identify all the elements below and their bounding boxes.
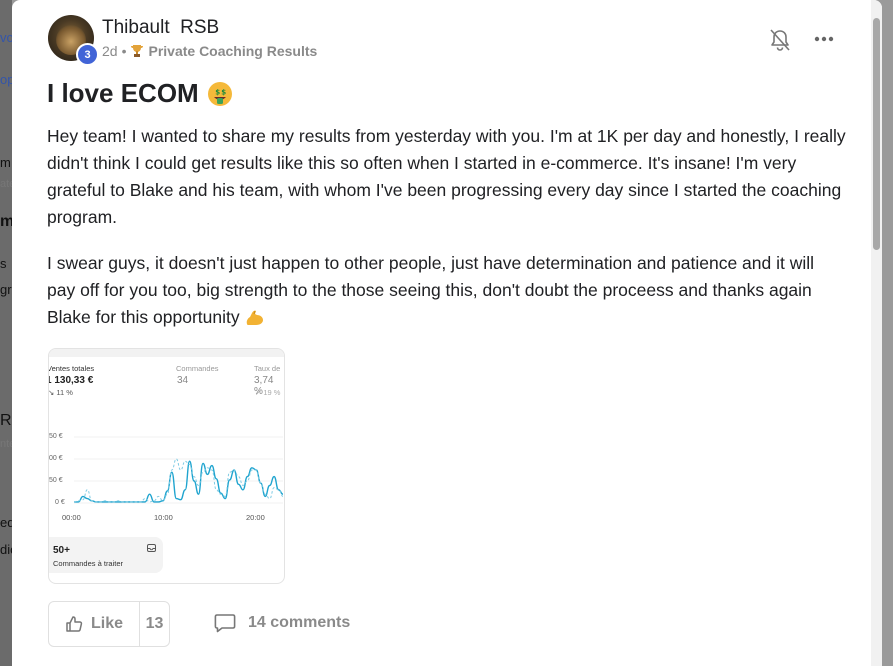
post-body: Hey team! I wanted to share my results f…	[47, 123, 847, 350]
post-paragraph: I swear guys, it doesn't just happen to …	[47, 253, 815, 327]
svg-text:$: $	[221, 88, 226, 96]
bg-fragment: nte	[0, 438, 12, 450]
bg-fragment: m	[0, 155, 11, 170]
orders-count: 50+	[53, 545, 70, 556]
background-page	[0, 0, 12, 666]
x-tick-label: 10:00	[154, 513, 173, 522]
post-title: I love ECOM	[47, 78, 199, 108]
sales-comparison-line	[73, 458, 284, 503]
level-badge: 3	[76, 43, 99, 66]
inbox-icon	[147, 544, 156, 552]
author-name[interactable]: Thibault RSB	[102, 17, 219, 39]
x-tick-label: 00:00	[62, 513, 81, 522]
post-category[interactable]: Private Coaching Results	[148, 43, 317, 59]
post-title-row: I love ECOM $ $	[47, 78, 233, 109]
meta-separator: •	[121, 43, 127, 59]
flexed-biceps-icon	[246, 310, 263, 325]
like-count[interactable]: 13	[140, 602, 169, 646]
svg-text:$: $	[215, 88, 220, 96]
sales-today-line	[73, 460, 284, 503]
bg-fragment: dio	[0, 542, 12, 557]
bg-fragment: ed	[0, 515, 12, 530]
post-modal: 3 Thibault RSB 2d • Private Coaching Res…	[12, 0, 882, 666]
bg-fragment: gr	[0, 282, 12, 297]
bg-fragment: ate	[0, 178, 12, 190]
like-toggle[interactable]: Like	[49, 602, 140, 646]
post-time: 2d	[102, 43, 118, 59]
orders-label: Commandes à traiter	[53, 559, 124, 568]
bg-fragment: RS	[0, 412, 12, 429]
comments-label: 14 comments	[248, 614, 351, 631]
post-meta: 2d • Private Coaching Results	[102, 43, 317, 59]
money-mouth-face-icon: $ $	[207, 81, 232, 106]
comment-icon	[214, 614, 236, 633]
post-paragraph: Hey team! I wanted to share my results f…	[47, 126, 846, 227]
like-button[interactable]: Like 13	[48, 601, 170, 647]
more-options-icon[interactable]	[812, 28, 836, 50]
bg-fragment: vo	[0, 30, 12, 45]
sales-line-chart	[73, 436, 284, 504]
attachment-image[interactable]: Ventes totales 1 130,33 € ↘ 11 % Command…	[48, 348, 285, 584]
scrollbar-thumb[interactable]	[873, 18, 880, 250]
bell-off-icon[interactable]	[769, 28, 791, 52]
bg-fragment: op	[0, 72, 12, 87]
bg-fragment: s	[0, 256, 7, 271]
thumbs-up-icon	[66, 616, 83, 632]
bg-fragment: m	[0, 213, 12, 230]
x-tick-label: 20:00	[246, 513, 265, 522]
like-label: Like	[90, 615, 123, 632]
comments-button[interactable]: 14 comments	[214, 613, 350, 633]
trophy-icon	[131, 45, 144, 57]
post-paragraph-last: I swear guys, it doesn't just happen to …	[47, 250, 847, 331]
